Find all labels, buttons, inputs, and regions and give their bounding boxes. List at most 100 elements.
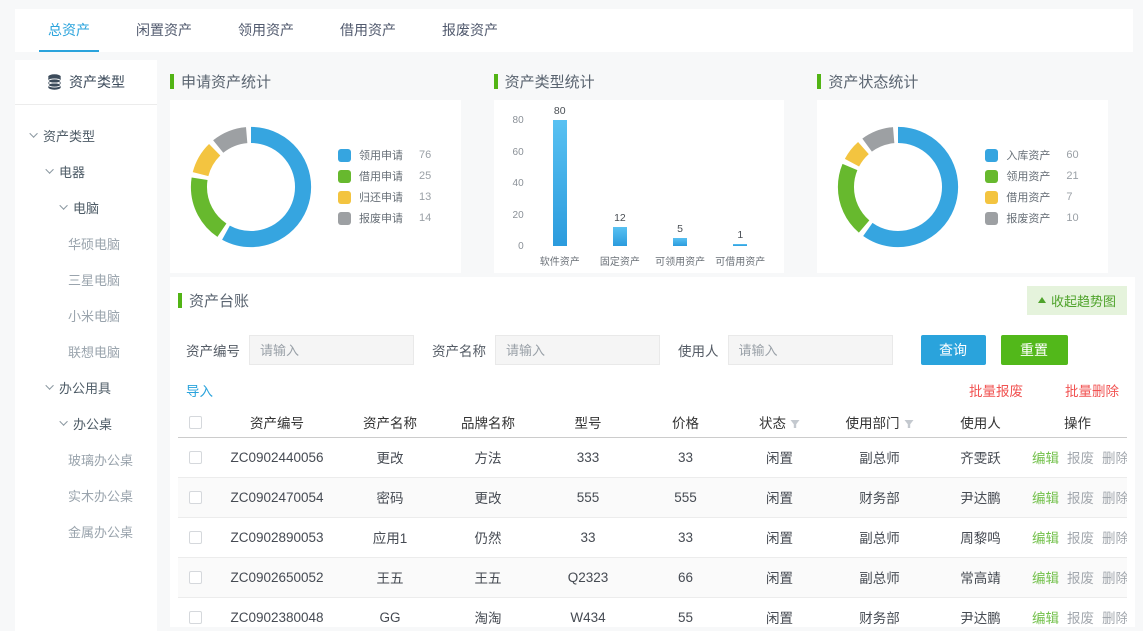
tree-item-10[interactable]: 实木办公桌: [15, 477, 157, 513]
ledger-title-text: 资产台账: [189, 290, 249, 311]
donut-chart: [827, 116, 969, 258]
scrap-link[interactable]: 报废: [1067, 491, 1094, 506]
scrap-link[interactable]: 报废: [1067, 451, 1094, 466]
bar-0: [553, 120, 567, 246]
legend-item: 借用申请25: [338, 168, 431, 184]
delete-link[interactable]: 删除: [1102, 451, 1127, 466]
batch-delete-link[interactable]: 批量删除: [1065, 380, 1119, 400]
edit-link[interactable]: 编辑: [1032, 611, 1059, 626]
scrap-link[interactable]: 报废: [1067, 611, 1094, 626]
bar-value-label: 1: [737, 229, 743, 241]
edit-link[interactable]: 编辑: [1032, 531, 1059, 546]
legend-value: 25: [419, 170, 431, 182]
cell-6: 财务部: [826, 597, 933, 627]
cell-0: ZC0902380048: [212, 597, 342, 627]
delete-link[interactable]: 删除: [1102, 531, 1127, 546]
tree-item-label: 华硕电脑: [68, 234, 120, 253]
tree-item-4[interactable]: 三星电脑: [15, 261, 157, 297]
funnel-icon[interactable]: [790, 419, 800, 429]
cell-0: ZC0902440056: [212, 437, 342, 477]
column-header-3: 品牌名称: [438, 407, 538, 437]
tab-0[interactable]: 总资产: [39, 9, 99, 52]
column-header-label: 型号: [575, 416, 602, 431]
chart-panel-1: 资产类型统计02040608080软件资产12固定资产5可领用资产1可借用资产: [494, 60, 785, 273]
edit-link[interactable]: 编辑: [1032, 571, 1059, 586]
select-all-checkbox[interactable]: [189, 416, 202, 429]
tree-item-2[interactable]: 电脑: [15, 189, 157, 225]
cell-3: Q2323: [538, 557, 638, 597]
cell-2: 方法: [438, 437, 538, 477]
column-header-label: 使用部门: [846, 416, 900, 431]
tab-4[interactable]: 报废资产: [433, 9, 507, 52]
cell-7: 周黎鸣: [933, 517, 1028, 557]
cell-0: ZC0902890053: [212, 517, 342, 557]
cell-6: 副总师: [826, 517, 933, 557]
y-axis-tick: 40: [502, 178, 524, 189]
row-checkbox[interactable]: [189, 531, 202, 544]
row-checkbox[interactable]: [189, 491, 202, 504]
tree-item-1[interactable]: 电器: [15, 153, 157, 189]
delete-link[interactable]: 删除: [1102, 571, 1127, 586]
column-header-label: 资产编号: [250, 416, 304, 431]
column-header-6: 状态: [733, 407, 826, 437]
row-checkbox[interactable]: [189, 571, 202, 584]
collapse-trend-button[interactable]: 收起趋势图: [1027, 286, 1127, 315]
search-input-2[interactable]: [728, 335, 893, 365]
tree-item-7[interactable]: 办公用具: [15, 369, 157, 405]
x-axis-label: 可借用资产: [715, 253, 765, 268]
legend-value: 76: [419, 149, 431, 161]
table-links-row: 导入 批量报废 批量删除: [186, 381, 1119, 399]
edit-link[interactable]: 编辑: [1032, 491, 1059, 506]
batch-scrap-link[interactable]: 批量报废: [969, 380, 1023, 400]
table-row: ZC0902440056更改方法33333闲置副总师齐雯跃编辑报废删除: [178, 437, 1127, 477]
legend-label: 领用资产: [1006, 168, 1066, 184]
tab-3[interactable]: 借用资产: [331, 9, 405, 52]
row-checkbox[interactable]: [189, 451, 202, 464]
asset-management-page: 总资产闲置资产领用资产借用资产报废资产 资产类型 资产类型电器电脑华硕电脑三星电…: [0, 0, 1143, 631]
tree-item-label: 联想电脑: [68, 342, 120, 361]
row-checkbox[interactable]: [189, 611, 202, 624]
reset-button[interactable]: 重置: [1001, 335, 1068, 365]
tab-1[interactable]: 闲置资产: [127, 9, 201, 52]
tree-item-9[interactable]: 玻璃办公桌: [15, 441, 157, 477]
legend-value: 60: [1066, 149, 1078, 161]
tree-item-6[interactable]: 联想电脑: [15, 333, 157, 369]
tree-item-3[interactable]: 华硕电脑: [15, 225, 157, 261]
charts-row: 申请资产统计领用申请76借用申请25归还申请13报废申请14资产类型统计0204…: [170, 60, 1108, 273]
edit-link[interactable]: 编辑: [1032, 451, 1059, 466]
legend-swatch-icon: [985, 191, 998, 204]
legend-label: 归还申请: [359, 189, 419, 205]
section-bar-icon: [817, 74, 821, 89]
cell-2: 淘淘: [438, 597, 538, 627]
search-input-1[interactable]: [495, 335, 660, 365]
table-row: ZC0902470054密码更改555555闲置财务部尹达鹏编辑报废删除: [178, 477, 1127, 517]
delete-link[interactable]: 删除: [1102, 611, 1127, 626]
database-icon: [47, 74, 62, 90]
y-axis-tick: 60: [502, 147, 524, 158]
cell-5: 闲置: [733, 557, 826, 597]
cell-4: 66: [638, 557, 733, 597]
tree-item-5[interactable]: 小米电脑: [15, 297, 157, 333]
scrap-link[interactable]: 报废: [1067, 531, 1094, 546]
chevron-down-icon: [45, 381, 53, 389]
tab-2[interactable]: 领用资产: [229, 9, 303, 52]
cell-3: W434: [538, 597, 638, 627]
legend-value: 14: [419, 212, 431, 224]
tree-item-0[interactable]: 资产类型: [15, 117, 157, 153]
funnel-icon[interactable]: [904, 419, 914, 429]
cell-5: 闲置: [733, 597, 826, 627]
cell-6: 副总师: [826, 437, 933, 477]
import-link[interactable]: 导入: [186, 380, 213, 400]
asset-type-tree: 资产类型电器电脑华硕电脑三星电脑小米电脑联想电脑办公用具办公桌玻璃办公桌实木办公…: [15, 105, 157, 549]
cell-0: ZC0902470054: [212, 477, 342, 517]
scrap-link[interactable]: 报废: [1067, 571, 1094, 586]
tree-item-11[interactable]: 金属办公桌: [15, 513, 157, 549]
cell-3: 33: [538, 517, 638, 557]
delete-link[interactable]: 删除: [1102, 491, 1127, 506]
row-actions-cell: 编辑报废删除: [1028, 517, 1127, 557]
bar-value-label: 5: [677, 223, 683, 235]
tree-item-8[interactable]: 办公桌: [15, 405, 157, 441]
legend-value: 13: [419, 191, 431, 203]
search-input-0[interactable]: [249, 335, 414, 365]
query-button[interactable]: 查询: [921, 335, 986, 365]
